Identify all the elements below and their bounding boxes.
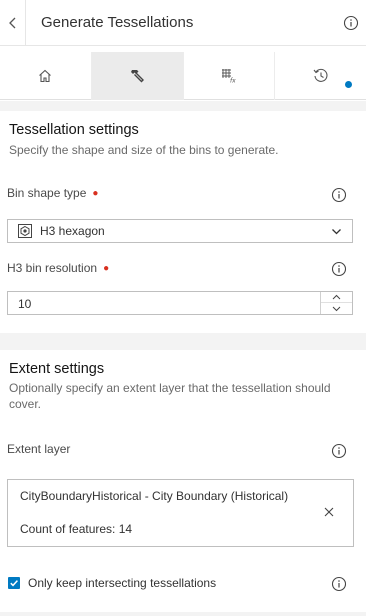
- required-indicator: ●: [92, 187, 99, 199]
- resolution-value: 10: [18, 297, 32, 311]
- panel-header: Generate Tessellations: [0, 0, 366, 46]
- resolution-stepper: [320, 292, 352, 314]
- section-description: Specify the shape and size of the bins t…: [9, 143, 279, 157]
- info-icon[interactable]: [331, 261, 347, 277]
- required-indicator: ●: [103, 262, 110, 274]
- grid-function-icon: fx: [221, 69, 236, 85]
- extent-layer-name: CityBoundaryHistorical - City Boundary (…: [20, 489, 289, 503]
- section-gap: [0, 612, 366, 616]
- bin-shape-label: Bin shape type ●: [7, 186, 99, 200]
- section-title: Extent settings: [9, 361, 105, 377]
- chevron-down-icon: [332, 306, 341, 311]
- section-title: Tessellation settings: [9, 122, 139, 138]
- intersect-label[interactable]: Only keep intersecting tessellations: [28, 576, 216, 590]
- bin-shape-value: H3 hexagon: [40, 224, 105, 238]
- svg-text:fx: fx: [230, 78, 236, 85]
- chevron-up-icon: [332, 294, 341, 300]
- hammer-icon: [131, 70, 145, 83]
- extent-layer-card[interactable]: CityBoundaryHistorical - City Boundary (…: [7, 479, 354, 547]
- info-icon[interactable]: [331, 576, 347, 592]
- unread-indicator: [345, 81, 352, 88]
- extent-settings-section: Extent settings Optionally specify an ex…: [0, 350, 366, 616]
- hexagon-bin-icon: [18, 224, 32, 238]
- tab-parameters[interactable]: [91, 52, 184, 100]
- tab-output-grid[interactable]: fx: [184, 52, 276, 100]
- section-gap: [0, 101, 366, 111]
- chevron-left-icon: [8, 17, 15, 28]
- tab-history[interactable]: [275, 52, 366, 100]
- intersect-checkbox[interactable]: [8, 577, 20, 589]
- extent-feature-count: Count of features: 14: [20, 522, 133, 536]
- resolution-label: H3 bin resolution ●: [7, 261, 110, 275]
- header-info-button[interactable]: [336, 0, 366, 46]
- resolution-input[interactable]: 10: [7, 291, 353, 315]
- info-icon: [343, 15, 359, 30]
- bin-shape-select[interactable]: H3 hexagon: [7, 219, 353, 243]
- tab-home[interactable]: [0, 52, 92, 100]
- tool-tabs: fx: [0, 52, 366, 100]
- back-button[interactable]: [0, 0, 26, 46]
- home-icon: [39, 69, 52, 83]
- increment-button[interactable]: [321, 292, 352, 303]
- decrement-button[interactable]: [321, 303, 352, 314]
- section-gap: [0, 333, 366, 350]
- info-icon[interactable]: [331, 443, 347, 459]
- info-icon[interactable]: [331, 187, 347, 203]
- extent-layer-label: Extent layer: [7, 442, 71, 456]
- chevron-down-icon: [332, 229, 341, 235]
- section-description: Optionally specify an extent layer that …: [9, 381, 331, 411]
- close-icon[interactable]: [323, 506, 335, 518]
- history-icon: [313, 68, 328, 82]
- panel-title: Generate Tessellations: [41, 14, 194, 31]
- check-icon: [10, 580, 18, 587]
- tessellation-settings-section: Tessellation settings Specify the shape …: [0, 111, 366, 333]
